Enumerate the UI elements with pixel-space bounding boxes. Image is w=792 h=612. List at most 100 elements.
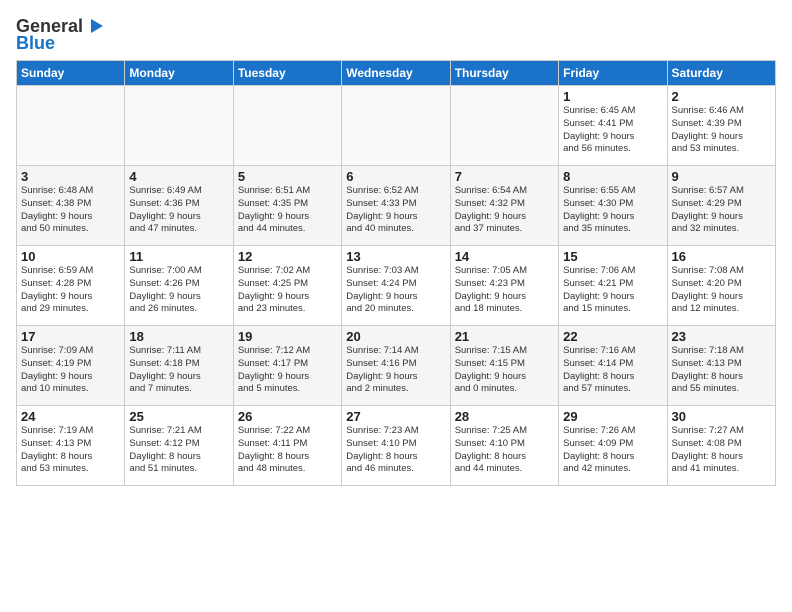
calendar-cell: 20Sunrise: 7:14 AM Sunset: 4:16 PM Dayli… [342, 326, 450, 406]
day-number: 16 [672, 249, 771, 264]
day-info: Sunrise: 6:49 AM Sunset: 4:36 PM Dayligh… [129, 185, 228, 236]
day-number: 12 [238, 249, 337, 264]
calendar-cell: 24Sunrise: 7:19 AM Sunset: 4:13 PM Dayli… [17, 406, 125, 486]
day-info: Sunrise: 6:45 AM Sunset: 4:41 PM Dayligh… [563, 105, 662, 156]
day-number: 22 [563, 329, 662, 344]
calendar-cell: 9Sunrise: 6:57 AM Sunset: 4:29 PM Daylig… [667, 166, 775, 246]
calendar-cell: 12Sunrise: 7:02 AM Sunset: 4:25 PM Dayli… [233, 246, 341, 326]
logo-text-blue: Blue [16, 33, 55, 54]
day-number: 20 [346, 329, 445, 344]
calendar-cell: 23Sunrise: 7:18 AM Sunset: 4:13 PM Dayli… [667, 326, 775, 406]
calendar-cell: 29Sunrise: 7:26 AM Sunset: 4:09 PM Dayli… [559, 406, 667, 486]
day-info: Sunrise: 7:12 AM Sunset: 4:17 PM Dayligh… [238, 345, 337, 396]
calendar-cell: 11Sunrise: 7:00 AM Sunset: 4:26 PM Dayli… [125, 246, 233, 326]
day-number: 28 [455, 409, 554, 424]
calendar-table: SundayMondayTuesdayWednesdayThursdayFrid… [16, 60, 776, 486]
calendar-cell: 7Sunrise: 6:54 AM Sunset: 4:32 PM Daylig… [450, 166, 558, 246]
day-number: 1 [563, 89, 662, 104]
calendar-cell: 22Sunrise: 7:16 AM Sunset: 4:14 PM Dayli… [559, 326, 667, 406]
calendar-week-4: 17Sunrise: 7:09 AM Sunset: 4:19 PM Dayli… [17, 326, 776, 406]
weekday-header-thursday: Thursday [450, 61, 558, 86]
day-number: 9 [672, 169, 771, 184]
day-number: 5 [238, 169, 337, 184]
calendar-cell: 25Sunrise: 7:21 AM Sunset: 4:12 PM Dayli… [125, 406, 233, 486]
day-info: Sunrise: 7:26 AM Sunset: 4:09 PM Dayligh… [563, 425, 662, 476]
day-number: 10 [21, 249, 120, 264]
calendar-cell: 18Sunrise: 7:11 AM Sunset: 4:18 PM Dayli… [125, 326, 233, 406]
calendar-cell [342, 86, 450, 166]
calendar-cell: 26Sunrise: 7:22 AM Sunset: 4:11 PM Dayli… [233, 406, 341, 486]
calendar-week-5: 24Sunrise: 7:19 AM Sunset: 4:13 PM Dayli… [17, 406, 776, 486]
day-info: Sunrise: 7:11 AM Sunset: 4:18 PM Dayligh… [129, 345, 228, 396]
calendar-cell: 14Sunrise: 7:05 AM Sunset: 4:23 PM Dayli… [450, 246, 558, 326]
logo: General Blue [16, 16, 107, 54]
day-number: 25 [129, 409, 228, 424]
day-info: Sunrise: 7:14 AM Sunset: 4:16 PM Dayligh… [346, 345, 445, 396]
calendar-cell [450, 86, 558, 166]
calendar-week-1: 1Sunrise: 6:45 AM Sunset: 4:41 PM Daylig… [17, 86, 776, 166]
day-info: Sunrise: 7:00 AM Sunset: 4:26 PM Dayligh… [129, 265, 228, 316]
day-number: 7 [455, 169, 554, 184]
day-number: 13 [346, 249, 445, 264]
day-number: 15 [563, 249, 662, 264]
day-info: Sunrise: 7:21 AM Sunset: 4:12 PM Dayligh… [129, 425, 228, 476]
calendar-cell: 1Sunrise: 6:45 AM Sunset: 4:41 PM Daylig… [559, 86, 667, 166]
calendar-cell: 15Sunrise: 7:06 AM Sunset: 4:21 PM Dayli… [559, 246, 667, 326]
day-info: Sunrise: 6:57 AM Sunset: 4:29 PM Dayligh… [672, 185, 771, 236]
calendar-cell: 28Sunrise: 7:25 AM Sunset: 4:10 PM Dayli… [450, 406, 558, 486]
calendar-cell [233, 86, 341, 166]
day-info: Sunrise: 7:18 AM Sunset: 4:13 PM Dayligh… [672, 345, 771, 396]
day-number: 4 [129, 169, 228, 184]
day-info: Sunrise: 7:02 AM Sunset: 4:25 PM Dayligh… [238, 265, 337, 316]
weekday-header-saturday: Saturday [667, 61, 775, 86]
calendar-cell: 17Sunrise: 7:09 AM Sunset: 4:19 PM Dayli… [17, 326, 125, 406]
calendar-cell: 19Sunrise: 7:12 AM Sunset: 4:17 PM Dayli… [233, 326, 341, 406]
day-number: 14 [455, 249, 554, 264]
day-number: 11 [129, 249, 228, 264]
day-info: Sunrise: 7:16 AM Sunset: 4:14 PM Dayligh… [563, 345, 662, 396]
day-info: Sunrise: 7:05 AM Sunset: 4:23 PM Dayligh… [455, 265, 554, 316]
day-info: Sunrise: 7:03 AM Sunset: 4:24 PM Dayligh… [346, 265, 445, 316]
calendar-cell: 13Sunrise: 7:03 AM Sunset: 4:24 PM Dayli… [342, 246, 450, 326]
calendar-cell: 5Sunrise: 6:51 AM Sunset: 4:35 PM Daylig… [233, 166, 341, 246]
day-info: Sunrise: 7:09 AM Sunset: 4:19 PM Dayligh… [21, 345, 120, 396]
calendar-week-3: 10Sunrise: 6:59 AM Sunset: 4:28 PM Dayli… [17, 246, 776, 326]
weekday-header-tuesday: Tuesday [233, 61, 341, 86]
day-number: 21 [455, 329, 554, 344]
calendar-cell [17, 86, 125, 166]
day-info: Sunrise: 7:08 AM Sunset: 4:20 PM Dayligh… [672, 265, 771, 316]
weekday-header-sunday: Sunday [17, 61, 125, 86]
calendar-cell: 27Sunrise: 7:23 AM Sunset: 4:10 PM Dayli… [342, 406, 450, 486]
calendar-cell: 3Sunrise: 6:48 AM Sunset: 4:38 PM Daylig… [17, 166, 125, 246]
day-info: Sunrise: 6:51 AM Sunset: 4:35 PM Dayligh… [238, 185, 337, 236]
day-info: Sunrise: 7:06 AM Sunset: 4:21 PM Dayligh… [563, 265, 662, 316]
calendar-cell: 2Sunrise: 6:46 AM Sunset: 4:39 PM Daylig… [667, 86, 775, 166]
day-info: Sunrise: 7:23 AM Sunset: 4:10 PM Dayligh… [346, 425, 445, 476]
day-number: 3 [21, 169, 120, 184]
day-number: 2 [672, 89, 771, 104]
day-number: 6 [346, 169, 445, 184]
day-number: 18 [129, 329, 228, 344]
calendar-cell [125, 86, 233, 166]
day-number: 24 [21, 409, 120, 424]
calendar-cell: 30Sunrise: 7:27 AM Sunset: 4:08 PM Dayli… [667, 406, 775, 486]
calendar-week-2: 3Sunrise: 6:48 AM Sunset: 4:38 PM Daylig… [17, 166, 776, 246]
day-info: Sunrise: 7:15 AM Sunset: 4:15 PM Dayligh… [455, 345, 554, 396]
day-number: 23 [672, 329, 771, 344]
day-number: 27 [346, 409, 445, 424]
weekday-header-wednesday: Wednesday [342, 61, 450, 86]
day-info: Sunrise: 7:19 AM Sunset: 4:13 PM Dayligh… [21, 425, 120, 476]
calendar-cell: 8Sunrise: 6:55 AM Sunset: 4:30 PM Daylig… [559, 166, 667, 246]
day-info: Sunrise: 6:52 AM Sunset: 4:33 PM Dayligh… [346, 185, 445, 236]
calendar-cell: 16Sunrise: 7:08 AM Sunset: 4:20 PM Dayli… [667, 246, 775, 326]
weekday-header-monday: Monday [125, 61, 233, 86]
day-number: 8 [563, 169, 662, 184]
calendar-cell: 4Sunrise: 6:49 AM Sunset: 4:36 PM Daylig… [125, 166, 233, 246]
calendar-cell: 6Sunrise: 6:52 AM Sunset: 4:33 PM Daylig… [342, 166, 450, 246]
day-number: 19 [238, 329, 337, 344]
day-info: Sunrise: 7:22 AM Sunset: 4:11 PM Dayligh… [238, 425, 337, 476]
day-info: Sunrise: 6:59 AM Sunset: 4:28 PM Dayligh… [21, 265, 120, 316]
day-info: Sunrise: 6:48 AM Sunset: 4:38 PM Dayligh… [21, 185, 120, 236]
day-number: 30 [672, 409, 771, 424]
day-number: 29 [563, 409, 662, 424]
